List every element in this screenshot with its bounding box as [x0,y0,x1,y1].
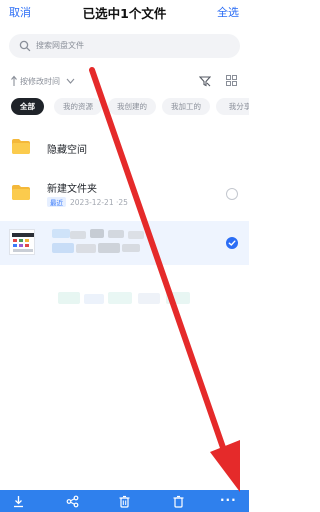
share-icon[interactable] [66,495,79,508]
top-bar: 取消 已选中1个文件 全选 [0,0,249,26]
chevron-down-icon[interactable] [66,77,75,85]
blurred-filename [76,244,96,253]
bottom-toolbar: ... [0,490,249,512]
trash-icon[interactable] [172,495,185,508]
chip-my-share[interactable]: 我分享 [216,98,249,115]
blurred-content [84,294,104,304]
search-input[interactable]: 搜索网盘文件 [9,34,240,58]
blurred-filename [122,244,140,252]
folder-icon [12,185,30,200]
blurred-filename [128,231,144,239]
sort-bar: 按修改时间 [0,74,249,90]
blurred-filename [52,243,74,253]
folder-icon [12,139,30,154]
grid-view-icon[interactable] [226,75,237,86]
chip-my-created[interactable]: 我创建的 [108,98,156,115]
blurred-filename [98,243,120,253]
blurred-content [138,293,160,304]
chip-my-processed[interactable]: 我加工的 [162,98,210,115]
file-name: 隐藏空间 [47,145,87,156]
chip-my-resources[interactable]: 我的资源 [54,98,102,115]
blurred-filename [70,231,86,239]
recent-badge: 最近 [47,197,66,207]
check-icon [228,240,236,246]
select-checkbox[interactable] [226,188,238,200]
file-meta: 最近 2023-12-21 ·25 [47,197,128,207]
blurred-content [58,292,80,304]
image-thumbnail [9,229,35,255]
search-icon [19,40,31,52]
list-item[interactable]: 隐藏空间 [0,132,249,162]
list-item-selected[interactable] [0,221,249,265]
more-button[interactable]: ... [220,490,237,504]
blurred-content [108,292,132,304]
filter-chips: 全部 我的资源 我创建的 我加工的 我分享 [0,96,249,118]
sort-dropdown[interactable]: 按修改时间 [20,76,60,87]
page-title: 已选中1个文件 [82,6,167,21]
search-placeholder: 搜索网盘文件 [36,41,84,50]
blurred-filename [90,229,104,238]
list-item[interactable]: 新建文件夹 最近 2023-12-21 ·25 [0,176,249,212]
select-checkbox-checked[interactable] [226,237,238,249]
file-date: 2023-12-21 ·25 [70,198,128,207]
file-name: 新建文件夹 [47,184,97,195]
image-icon [12,233,34,252]
blurred-filename [52,229,70,238]
filter-icon[interactable] [199,75,211,87]
blurred-content [166,292,190,304]
sort-arrow-icon [11,75,17,86]
download-icon[interactable] [12,495,25,508]
select-all-button[interactable]: 全选 [217,4,239,20]
delete-icon[interactable] [118,495,131,508]
blurred-filename [108,230,124,238]
chip-all[interactable]: 全部 [11,98,44,115]
